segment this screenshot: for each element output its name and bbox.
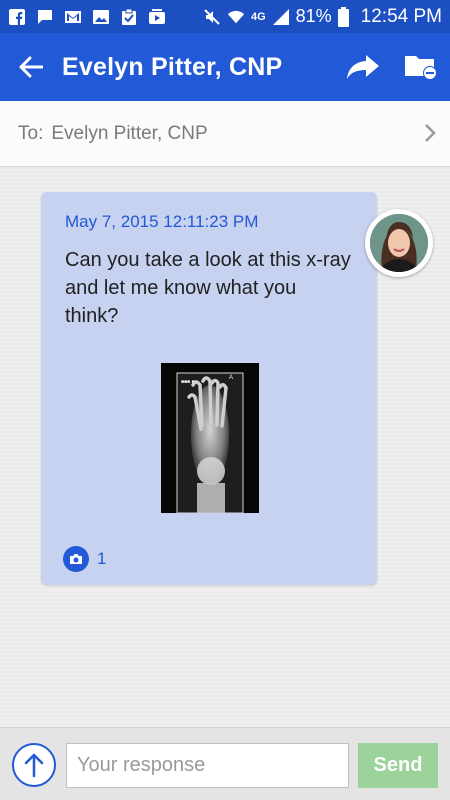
gallery-icon xyxy=(93,9,109,24)
composer-bar: Send xyxy=(0,727,450,800)
back-arrow-icon xyxy=(19,56,43,78)
recipient-label: To: xyxy=(18,122,44,144)
folder-remove-icon xyxy=(405,56,437,80)
chat-icon xyxy=(38,9,52,24)
mute-icon xyxy=(204,8,220,25)
forward-button[interactable] xyxy=(334,33,392,101)
clock: 12:54 PM xyxy=(360,5,442,27)
svg-text:A: A xyxy=(229,375,233,381)
page-title: Evelyn Pitter, CNP xyxy=(62,52,283,81)
battery-icon xyxy=(337,6,349,27)
facebook-icon xyxy=(9,8,25,25)
move-folder-button[interactable] xyxy=(392,33,450,101)
notification-icons xyxy=(8,8,166,26)
wifi-icon xyxy=(227,10,245,23)
chevron-right-icon xyxy=(425,124,436,142)
network-type: 4G xyxy=(250,10,266,23)
avatar-photo xyxy=(370,214,428,272)
xray-image-attachment[interactable]: ■■■ ■■ A xyxy=(161,363,259,513)
video-icon xyxy=(149,8,165,24)
send-button[interactable]: Send xyxy=(358,743,438,788)
camera-icon xyxy=(63,546,89,572)
recipient-row[interactable]: To: Evelyn Pitter, CNP xyxy=(0,101,450,167)
attachment-count: 1 xyxy=(97,549,107,568)
app-bar: Evelyn Pitter, CNP xyxy=(0,33,450,101)
status-bar: 4G 81% 12:54 PM xyxy=(0,0,450,33)
forward-icon xyxy=(347,55,379,79)
lte-signal-icon xyxy=(272,8,289,25)
message-thread: May 7, 2015 12:11:23 PM Can you take a l… xyxy=(0,167,450,727)
message-bubble: May 7, 2015 12:11:23 PM Can you take a l… xyxy=(41,192,377,585)
system-status: 4G 81% 12:54 PM xyxy=(203,6,442,28)
gmail-icon xyxy=(65,10,81,23)
message-text: Can you take a look at this x-ray and le… xyxy=(65,249,351,327)
message-date: May 7, 2015 12:11:23 PM xyxy=(65,212,259,231)
attachment-indicator[interactable]: 1 xyxy=(63,546,106,572)
expand-button[interactable] xyxy=(12,743,56,787)
avatar[interactable] xyxy=(365,209,433,277)
clipboard-icon xyxy=(122,8,136,25)
battery-percent: 81% xyxy=(295,6,332,26)
arrow-up-icon xyxy=(24,753,44,778)
response-input[interactable] xyxy=(66,743,349,788)
xray-image: ■■■ ■■ A xyxy=(161,363,259,513)
recipient-name: Evelyn Pitter, CNP xyxy=(51,122,208,144)
back-button[interactable] xyxy=(0,33,62,101)
